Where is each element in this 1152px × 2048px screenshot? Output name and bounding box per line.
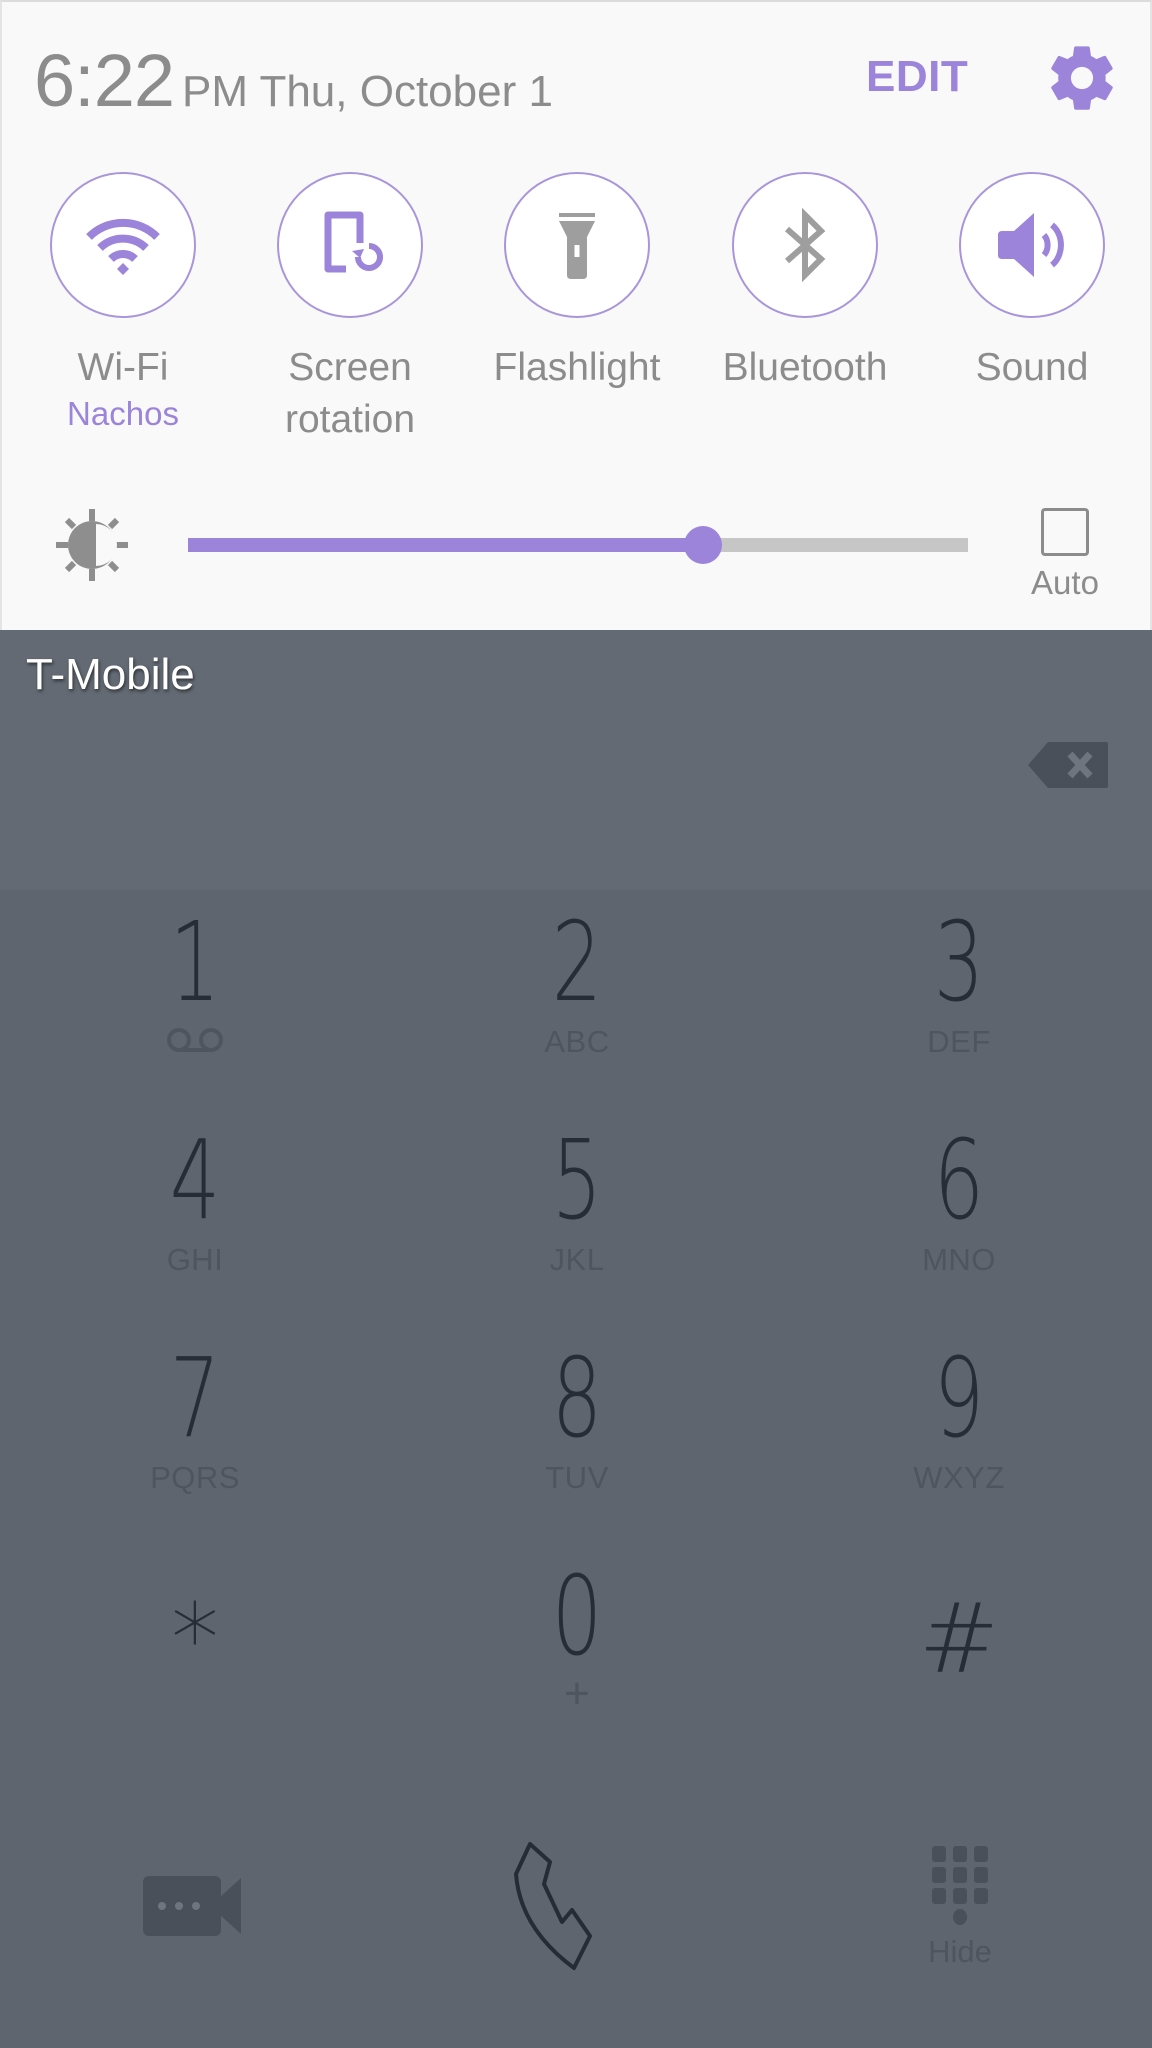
dialpad-digit: * — [171, 1583, 219, 1695]
dialpad-digit: 8 — [551, 1334, 603, 1462]
dialpad-plus: + — [564, 1669, 590, 1718]
dialpad-key-3[interactable]: 3 DEF — [809, 906, 1109, 1106]
flashlight-icon — [559, 213, 595, 279]
quick-settings-panel: 6:22PM Thu, October 1 EDIT Wi-Fi Nachos — [0, 0, 1152, 630]
dialpad-key-7[interactable]: 7 PQRS — [45, 1342, 345, 1542]
dialpad-letters: JKL — [549, 1242, 605, 1277]
dialpad-key-1[interactable]: 1 — [45, 906, 345, 1106]
dialpad-digit: 2 — [551, 898, 603, 1026]
voicemail-icon — [167, 1028, 223, 1052]
toggle-flashlight[interactable]: Flashlight — [467, 172, 687, 394]
video-call-icon[interactable] — [143, 1876, 243, 1936]
hide-dialpad-label: Hide — [928, 1934, 992, 1969]
toggle-sound-label: Sound — [975, 346, 1089, 389]
toggle-wifi-circle[interactable] — [50, 172, 196, 318]
dialpad-key-6[interactable]: 6 MNO — [809, 1124, 1109, 1324]
dialpad-key-0[interactable]: 0 + — [427, 1560, 727, 1760]
auto-brightness-checkbox[interactable]: Auto — [1020, 508, 1110, 602]
dialpad-key-2[interactable]: 2 ABC — [427, 906, 727, 1106]
toggle-flashlight-label: Flashlight — [493, 346, 661, 389]
toggle-wifi-label: Wi-Fi — [77, 346, 169, 389]
dialpad-key-5[interactable]: 5 JKL — [427, 1124, 727, 1324]
dialpad-letters: ABC — [544, 1024, 610, 1059]
dialpad-key-4[interactable]: 4 GHI — [45, 1124, 345, 1324]
dialpad-key-9[interactable]: 9 WXYZ — [809, 1342, 1109, 1542]
brightness-slider[interactable] — [188, 526, 968, 564]
toggle-wifi[interactable]: Wi-Fi Nachos — [13, 172, 233, 434]
dialpad-digit: 0 — [551, 1552, 603, 1680]
edit-button[interactable]: EDIT — [866, 52, 968, 102]
dialpad-icon — [932, 1846, 988, 1925]
toggle-sound[interactable]: Sound — [922, 172, 1142, 394]
toggle-screen-rotation-label: Screen rotation — [240, 342, 460, 446]
brightness-slider-fill — [188, 538, 703, 552]
wifi-network-name: Nachos — [67, 395, 179, 432]
sound-icon — [998, 213, 1064, 277]
label-line-1: Screen — [288, 346, 412, 389]
clock-time: 6:22 — [34, 39, 175, 122]
dialpad-letters: PQRS — [150, 1460, 240, 1495]
hide-dialpad-button[interactable]: Hide — [910, 1846, 1010, 1970]
toggle-bluetooth-label: Bluetooth — [722, 346, 888, 389]
bluetooth-icon — [785, 207, 826, 283]
dialpad-key-hash[interactable]: # — [809, 1560, 1109, 1760]
dialpad-digit: 9 — [933, 1334, 985, 1462]
dialpad-key-star[interactable]: * — [45, 1560, 345, 1760]
toggle-flashlight-circle[interactable] — [504, 172, 650, 318]
dialpad-digit: 5 — [551, 1116, 603, 1244]
brightness-icon — [56, 509, 128, 581]
label-line-2: rotation — [284, 398, 416, 441]
dialpad-digit: # — [918, 1583, 1000, 1695]
dialpad-digit: 7 — [169, 1334, 221, 1462]
dialpad-digit: 6 — [933, 1116, 985, 1244]
dialpad-digit: 3 — [933, 898, 985, 1026]
dialpad-letters: MNO — [922, 1242, 996, 1277]
dialpad-digit: 1 — [169, 898, 221, 1026]
auto-brightness-label: Auto — [1031, 564, 1099, 601]
auto-brightness-box[interactable] — [1041, 508, 1089, 556]
brightness-slider-thumb[interactable] — [683, 526, 722, 564]
screen-rotation-icon — [324, 211, 383, 273]
dialpad-letters: GHI — [166, 1242, 224, 1277]
date-text: PM Thu, October 1 — [182, 67, 553, 116]
dialpad-key-8[interactable]: 8 TUV — [427, 1342, 727, 1542]
dialpad-digit: 4 — [169, 1116, 221, 1244]
toggle-bluetooth-circle[interactable] — [732, 172, 878, 318]
toggle-sound-circle[interactable] — [959, 172, 1105, 318]
dialpad-letters: WXYZ — [913, 1460, 1005, 1495]
clock-date: 6:22 PM Thu, October 1 — [34, 38, 553, 123]
toggle-screen-rotation-circle[interactable] — [277, 172, 423, 318]
dialpad-letters: DEF — [927, 1024, 991, 1059]
carrier-name: T-Mobile — [26, 650, 195, 699]
wifi-icon — [86, 218, 160, 275]
toggle-bluetooth[interactable]: Bluetooth — [695, 172, 915, 394]
dialpad-letters: TUV — [545, 1460, 609, 1495]
backspace-icon[interactable] — [1026, 740, 1110, 790]
call-button-phone-icon[interactable] — [508, 1838, 644, 1974]
toggle-screen-rotation[interactable]: Screen rotation — [240, 172, 460, 446]
settings-gear-icon[interactable] — [1044, 40, 1120, 116]
